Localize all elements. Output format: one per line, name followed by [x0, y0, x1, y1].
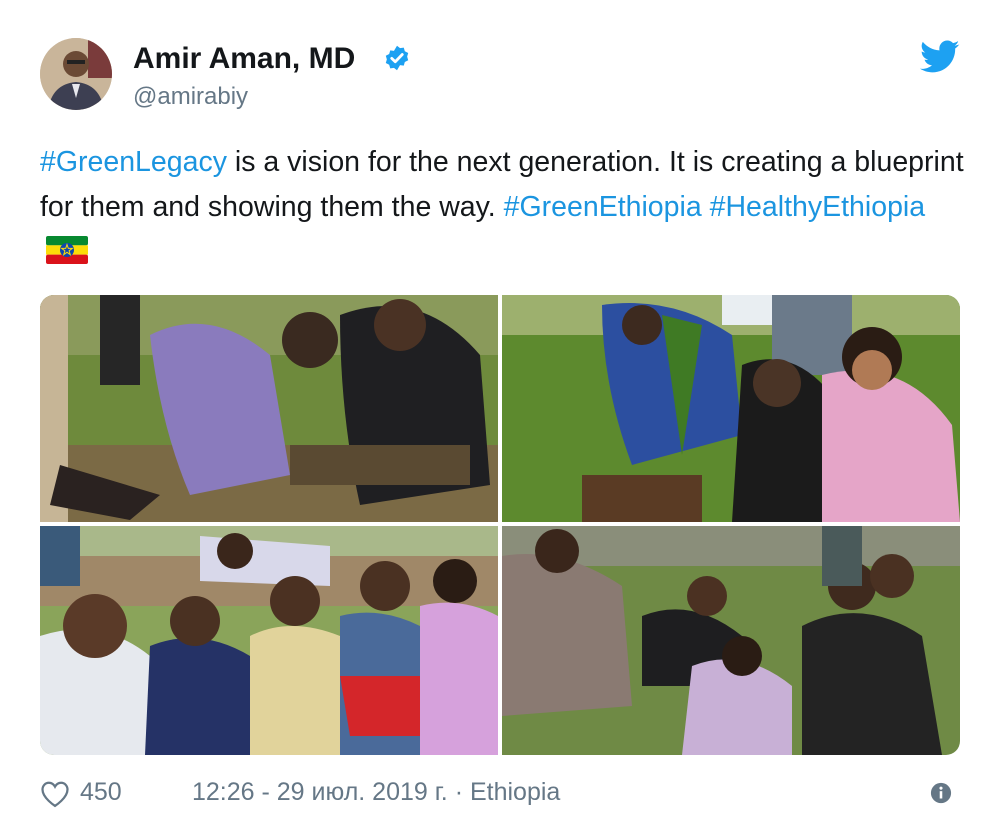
- photo-grid[interactable]: [40, 295, 960, 755]
- photo-tree-planting-3[interactable]: [40, 526, 498, 755]
- display-name[interactable]: Amir Aman, MD: [133, 42, 355, 76]
- avatar[interactable]: [40, 38, 112, 110]
- tweet-footer: 450 12:26 - 29 июл. 2019 г. · Ethiopia: [40, 778, 960, 810]
- tweet-text: #GreenLegacy is a vision for the next ge…: [40, 140, 970, 275]
- twitter-bird-icon[interactable]: [920, 40, 960, 74]
- heart-icon[interactable]: [40, 780, 70, 808]
- hashtag-greenlegacy[interactable]: #GreenLegacy: [40, 146, 227, 178]
- ethiopia-flag-icon: [46, 236, 88, 265]
- photo-tree-planting-1[interactable]: [40, 295, 498, 522]
- photo-tree-planting-4[interactable]: [502, 526, 960, 755]
- tweet-card: Amir Aman, MD @amirabiy #GreenLegacy is …: [0, 0, 1000, 833]
- info-icon[interactable]: [930, 782, 952, 804]
- photo-3-image: [40, 526, 498, 755]
- avatar-image: [40, 38, 112, 110]
- photo-4-image: [502, 526, 960, 755]
- user-handle[interactable]: @amirabiy: [133, 83, 248, 111]
- photo-1-image: [40, 295, 498, 522]
- photo-tree-planting-2[interactable]: [502, 295, 960, 522]
- hashtag-greenethiopia[interactable]: #GreenEthiopia: [504, 191, 702, 223]
- timestamp-location[interactable]: 12:26 - 29 июл. 2019 г. · Ethiopia: [192, 778, 560, 807]
- verified-badge-icon: [385, 45, 409, 71]
- like-count[interactable]: 450: [80, 778, 122, 807]
- photo-2-image: [502, 295, 960, 522]
- hashtag-healthyethiopia[interactable]: #HealthyEthiopia: [710, 191, 925, 223]
